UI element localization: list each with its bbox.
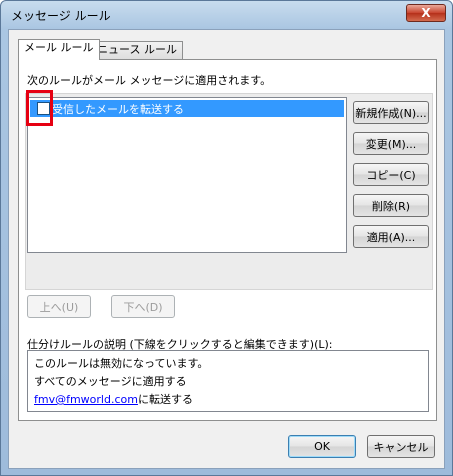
- ok-button[interactable]: OK: [288, 435, 356, 458]
- rule-list[interactable]: 受信したメールを転送する: [26, 90, 347, 253]
- description-line-action: fmv@fmworld.comに転送する: [34, 391, 422, 409]
- description-line-disabled: このルールは無効になっています。: [34, 357, 209, 370]
- modify-rule-button[interactable]: 変更(M)...: [353, 132, 429, 155]
- message-rules-window: メッセージ ルール X メール ルール ニュース ルール 次のルールがメール メ…: [0, 0, 453, 476]
- close-button[interactable]: X: [406, 4, 446, 22]
- tab-mail-rules[interactable]: メール ルール: [18, 39, 100, 60]
- rule-list-item[interactable]: 受信したメールを転送する: [30, 100, 344, 117]
- description-line-condition: すべてのメッセージに適用する: [34, 375, 187, 388]
- copy-rule-button[interactable]: コピー(C): [353, 163, 429, 186]
- rule-label: 受信したメールを転送する: [52, 103, 184, 116]
- delete-rule-button[interactable]: 削除(R): [353, 194, 429, 217]
- apply-rule-button[interactable]: 適用(A)...: [353, 225, 429, 248]
- cancel-button[interactable]: キャンセル: [367, 435, 435, 458]
- move-down-button[interactable]: 下へ(D): [111, 295, 175, 318]
- forward-address-link[interactable]: fmv@fmworld.com: [34, 393, 138, 406]
- highlight-box: [26, 90, 53, 126]
- window-title: メッセージ ルール: [11, 9, 111, 23]
- rules-header-text: 次のルールがメール メッセージに適用されます。: [27, 74, 272, 87]
- dialog-client-area: メール ルール ニュース ルール 次のルールがメール メッセージに適用されます。…: [8, 29, 445, 469]
- rule-description-box: このルールは無効になっています。 すべてのメッセージに適用する fmv@fmwo…: [27, 350, 429, 412]
- tab-news-rules[interactable]: ニュース ルール: [91, 41, 183, 59]
- move-up-button[interactable]: 上へ(U): [27, 295, 91, 318]
- close-icon: X: [421, 6, 431, 20]
- new-rule-button[interactable]: 新規作成(N)...: [353, 101, 429, 124]
- forward-action-text: に転送する: [137, 393, 193, 406]
- mail-rules-panel: 次のルールがメール メッセージに適用されます。 受信したメールを転送する 新規作…: [18, 59, 437, 421]
- title-bar[interactable]: メッセージ ルール X: [1, 1, 452, 29]
